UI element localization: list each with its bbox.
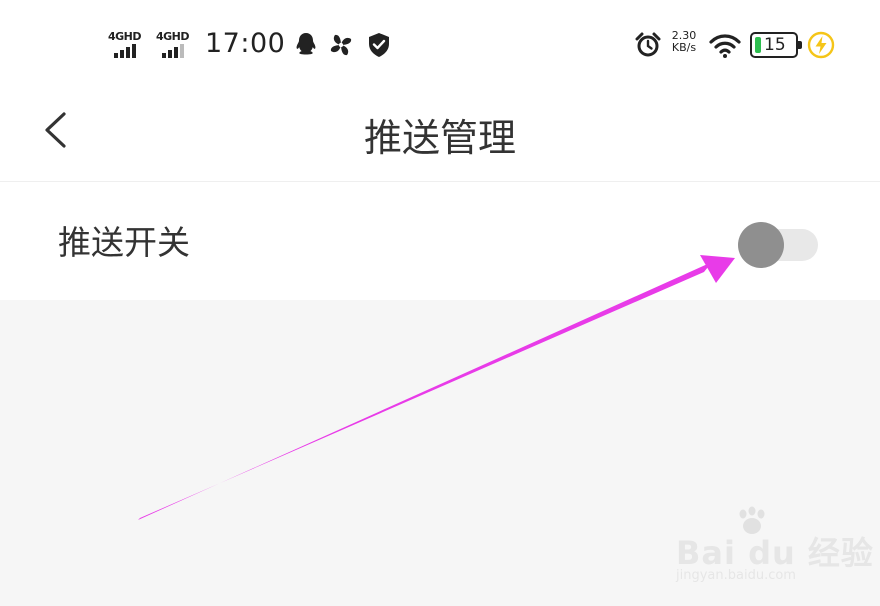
- network-speed-unit: KB/s: [671, 41, 697, 54]
- qq-icon: [296, 33, 316, 55]
- nav-bar: 推送管理: [0, 90, 880, 182]
- page-title: 推送管理: [363, 116, 516, 160]
- wifi-icon: [709, 34, 741, 58]
- network-speed: 2.30 KB/s: [667, 30, 701, 54]
- signal-label: 4GHD: [156, 30, 190, 43]
- push-switch-label: 推送开关: [58, 223, 190, 262]
- battery-fill: [755, 37, 761, 53]
- clock: 17:00: [205, 28, 286, 59]
- alarm-icon: [635, 32, 661, 57]
- signal-label: 4GHD: [108, 30, 142, 43]
- cellular-signal-icon: 4GHD: [108, 30, 152, 58]
- watermark-url: jingyan.baidu.com: [676, 568, 796, 583]
- pinwheel-icon: [330, 34, 352, 56]
- cellular-signal-icon: 4GHD: [156, 30, 200, 58]
- push-switch-toggle[interactable]: [738, 222, 818, 268]
- charging-icon: [807, 31, 835, 59]
- battery-level: 15: [764, 35, 786, 55]
- watermark: Bai du 经验 jingyan.baidu.com: [676, 506, 876, 596]
- toggle-knob: [738, 222, 784, 268]
- status-bar: 4GHD 4GHD 17:00 2.30 KB/s 15: [0, 0, 880, 90]
- battery-icon: 15: [750, 32, 802, 58]
- shield-icon: [369, 33, 389, 57]
